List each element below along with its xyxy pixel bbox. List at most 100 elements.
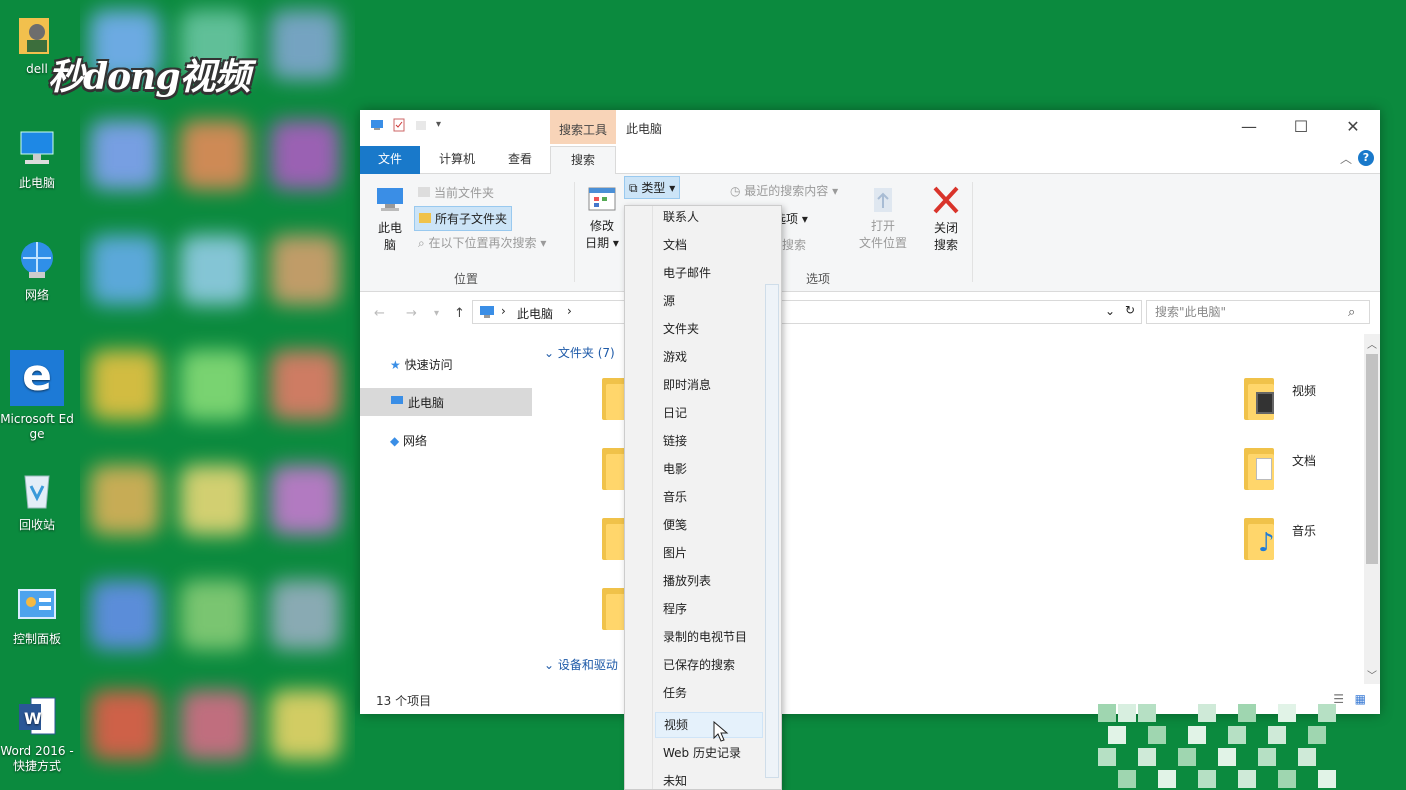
- type-option[interactable]: 已保存的搜索: [655, 652, 763, 678]
- desktop-icon-this-pc[interactable]: 此电脑: [0, 126, 74, 191]
- music-folder-icon[interactable]: ♪: [1244, 518, 1275, 560]
- chevron-down-icon: ▾: [536, 236, 547, 250]
- edge-icon: e: [10, 350, 64, 406]
- recent-searches-button[interactable]: ◷ 最近的搜索内容 ▾: [730, 182, 838, 199]
- folders-group-header-label: 文件夹 (7): [557, 346, 615, 360]
- help-icon[interactable]: ?: [1358, 150, 1374, 166]
- large-icons-view-icon[interactable]: ▦: [1355, 692, 1366, 706]
- recent-locations-chevron-icon[interactable]: ▾: [434, 308, 439, 319]
- breadcrumb-separator: ›: [567, 304, 572, 318]
- maximize-button[interactable]: ☐: [1286, 116, 1316, 138]
- open-file-location-button[interactable]: 打开 文件位置: [856, 186, 910, 251]
- scrollbar-thumb[interactable]: [1366, 354, 1378, 564]
- scroll-up-icon[interactable]: ︿: [1367, 336, 1377, 351]
- computer-icon: [377, 188, 403, 211]
- type-filter-dropdown[interactable]: 联系人 文档 电子邮件 源 文件夹 游戏 即时消息 日记 链接 电影 音乐 便笺…: [624, 205, 782, 790]
- desktop-icon-label: Microsoft Edge: [0, 412, 74, 441]
- up-arrow-icon[interactable]: ↑: [454, 306, 465, 321]
- chevron-down-icon: ▾: [828, 184, 839, 198]
- desktop-icon-label: 控制面板: [12, 632, 61, 646]
- type-option-highlighted[interactable]: 视频: [655, 712, 763, 738]
- type-option[interactable]: 音乐: [655, 484, 763, 510]
- type-option[interactable]: 联系人: [655, 206, 763, 230]
- clock-icon: ◷: [730, 184, 745, 198]
- devices-group-header[interactable]: ⌄ 设备和驱动: [544, 656, 618, 673]
- refresh-icon[interactable]: ↻: [1125, 303, 1135, 317]
- desktop-icon-edge[interactable]: e Microsoft Edge: [0, 350, 74, 442]
- type-option[interactable]: 任务: [655, 680, 763, 706]
- type-option[interactable]: 电子邮件: [655, 260, 763, 286]
- close-search-button[interactable]: 关闭 搜索: [928, 184, 964, 253]
- type-option[interactable]: 源: [655, 288, 763, 314]
- word-icon: W: [15, 694, 59, 738]
- all-subfolders-button[interactable]: 所有子文件夹: [414, 206, 513, 231]
- type-option[interactable]: 文档: [655, 232, 763, 258]
- type-option[interactable]: 播放列表: [655, 568, 763, 594]
- properties-icon[interactable]: [392, 118, 406, 132]
- search-ribbon: 此电 脑 当前文件夹 所有子文件夹 ⌕ 在以下位置再次搜索 ▾ 位置 修改 日期…: [360, 174, 1380, 292]
- dropdown-scrollbar[interactable]: [765, 284, 779, 778]
- type-option[interactable]: 录制的电视节目: [655, 624, 763, 650]
- forward-arrow-icon[interactable]: →: [406, 306, 417, 321]
- tab-search[interactable]: 搜索: [550, 146, 616, 175]
- recycle-bin-icon: [15, 468, 59, 512]
- collapse-ribbon-icon[interactable]: ︿: [1340, 150, 1352, 167]
- type-option[interactable]: 便笺: [655, 512, 763, 538]
- tab-computer[interactable]: 计算机: [432, 146, 482, 174]
- type-option[interactable]: 日记: [655, 400, 763, 426]
- documents-folder-icon[interactable]: [1244, 448, 1274, 490]
- address-bar[interactable]: › 此电脑 › ⌄ ↻: [472, 300, 1142, 324]
- back-arrow-icon[interactable]: ←: [374, 306, 385, 321]
- scroll-down-icon[interactable]: ﹀: [1367, 667, 1377, 682]
- search-again-in-button[interactable]: ⌕ 在以下位置再次搜索 ▾: [418, 234, 546, 251]
- type-option[interactable]: 程序: [655, 596, 763, 622]
- type-option[interactable]: 文件夹: [655, 316, 763, 342]
- desktop-icon-label: 网络: [24, 288, 49, 302]
- pc-icon[interactable]: [370, 118, 384, 132]
- vertical-scrollbar[interactable]: ︿ ﹀: [1364, 334, 1380, 684]
- nav-item-network[interactable]: ◆ 网络: [390, 432, 427, 449]
- desktop-icon-network[interactable]: 网络: [0, 238, 74, 303]
- folder-name-documents[interactable]: 文档: [1292, 452, 1316, 469]
- type-option[interactable]: 链接: [655, 428, 763, 454]
- type-option[interactable]: 未知: [655, 768, 763, 789]
- new-folder-icon[interactable]: [414, 118, 428, 132]
- close-button[interactable]: ✕: [1338, 116, 1368, 138]
- folder-icon: [419, 213, 431, 223]
- videos-folder-icon[interactable]: [1244, 378, 1274, 420]
- desktop-icon-recycle-bin[interactable]: 回收站: [0, 468, 74, 533]
- tab-file[interactable]: 文件: [360, 146, 420, 174]
- this-pc-scope-button[interactable]: 此电 脑: [372, 186, 408, 266]
- devices-group-header-label: 设备和驱动: [557, 658, 618, 672]
- folder-name-videos[interactable]: 视频: [1292, 382, 1316, 399]
- breadcrumb-this-pc[interactable]: 此电脑: [517, 305, 553, 322]
- desktop-icon-label: 此电脑: [18, 176, 55, 190]
- pc-icon: [479, 305, 495, 322]
- type-option[interactable]: 图片: [655, 540, 763, 566]
- desktop-icon-word[interactable]: W Word 2016 - 快捷方式: [0, 694, 74, 774]
- search-input[interactable]: 搜索"此电脑": [1146, 300, 1370, 324]
- search-icon[interactable]: ⌕: [1348, 305, 1355, 320]
- group-separator: [574, 182, 575, 282]
- type-option[interactable]: 即时消息: [655, 372, 763, 398]
- breadcrumb-separator: ›: [501, 304, 506, 318]
- customize-quick-access-icon[interactable]: ▾: [436, 118, 450, 132]
- search-tools-context-tab: 搜索工具: [550, 110, 616, 144]
- desktop-icon-control-panel[interactable]: 控制面板: [0, 582, 74, 647]
- date-modified-button[interactable]: 修改 日期 ▾: [584, 186, 620, 251]
- type-filter-button[interactable]: ⧉ 类型 ▾: [624, 176, 681, 199]
- minimize-button[interactable]: —: [1234, 116, 1264, 138]
- folders-group-header[interactable]: ⌄ 文件夹 (7): [544, 344, 615, 361]
- folder-name-music[interactable]: 音乐: [1292, 522, 1316, 539]
- tab-view[interactable]: 查看: [500, 146, 540, 174]
- save-search-button[interactable]: 搜索: [782, 236, 806, 253]
- address-dropdown-icon[interactable]: ⌄: [1105, 304, 1115, 318]
- type-option[interactable]: 电影: [655, 456, 763, 482]
- nav-item-this-pc-selected[interactable]: 此电脑: [360, 388, 532, 416]
- chevron-down-icon: ⌄: [544, 658, 558, 672]
- current-folder-label: 当前文件夹: [434, 186, 495, 200]
- current-folder-button[interactable]: 当前文件夹: [418, 184, 494, 201]
- type-option[interactable]: Web 历史记录: [655, 740, 763, 766]
- nav-item-quick-access[interactable]: ★ 快速访问: [390, 356, 453, 373]
- type-option[interactable]: 游戏: [655, 344, 763, 370]
